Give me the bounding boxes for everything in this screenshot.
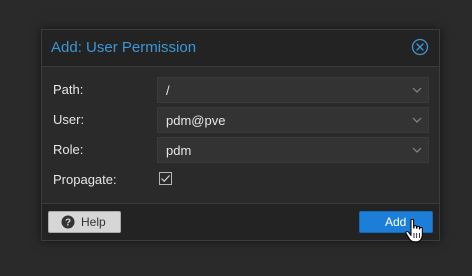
user-select[interactable]: pdm@pve [157,107,429,133]
question-circle-icon: ? [61,215,75,229]
propagate-checkbox[interactable] [159,172,172,185]
add-button[interactable]: Add [359,211,433,233]
role-value: pdm [166,143,192,158]
path-select[interactable]: / [157,77,429,103]
user-value: pdm@pve [166,113,226,128]
checkbox-checked-icon [159,172,172,185]
user-label: User: [53,112,85,127]
dialog-footer: ? Help Add [42,204,439,240]
dialog-header: Add: User Permission [42,30,439,66]
role-select[interactable]: pdm [157,137,429,163]
chevron-down-icon [412,87,422,93]
permission-form: Path: / User: pdm@pve Role: pdm Propagat… [42,66,439,204]
role-label: Role: [53,142,84,157]
svg-text:?: ? [65,218,71,229]
chevron-down-icon [412,147,422,153]
dialog-title: Add: User Permission [51,39,197,56]
path-value: / [166,83,170,98]
propagate-row: Propagate: [42,167,439,193]
user-row: User: pdm@pve [42,107,439,133]
add-user-permission-dialog: Add: User Permission Path: / User: pdm@p… [41,29,440,241]
path-row: Path: / [42,77,439,103]
chevron-down-icon [412,117,422,123]
close-button[interactable] [411,38,429,56]
propagate-label: Propagate: [53,172,117,187]
help-button-label: Help [81,215,106,229]
close-circle-icon [411,38,429,56]
path-label: Path: [53,82,84,97]
help-button[interactable]: ? Help [48,211,121,233]
role-row: Role: pdm [42,137,439,163]
add-button-label: Add [385,215,407,229]
